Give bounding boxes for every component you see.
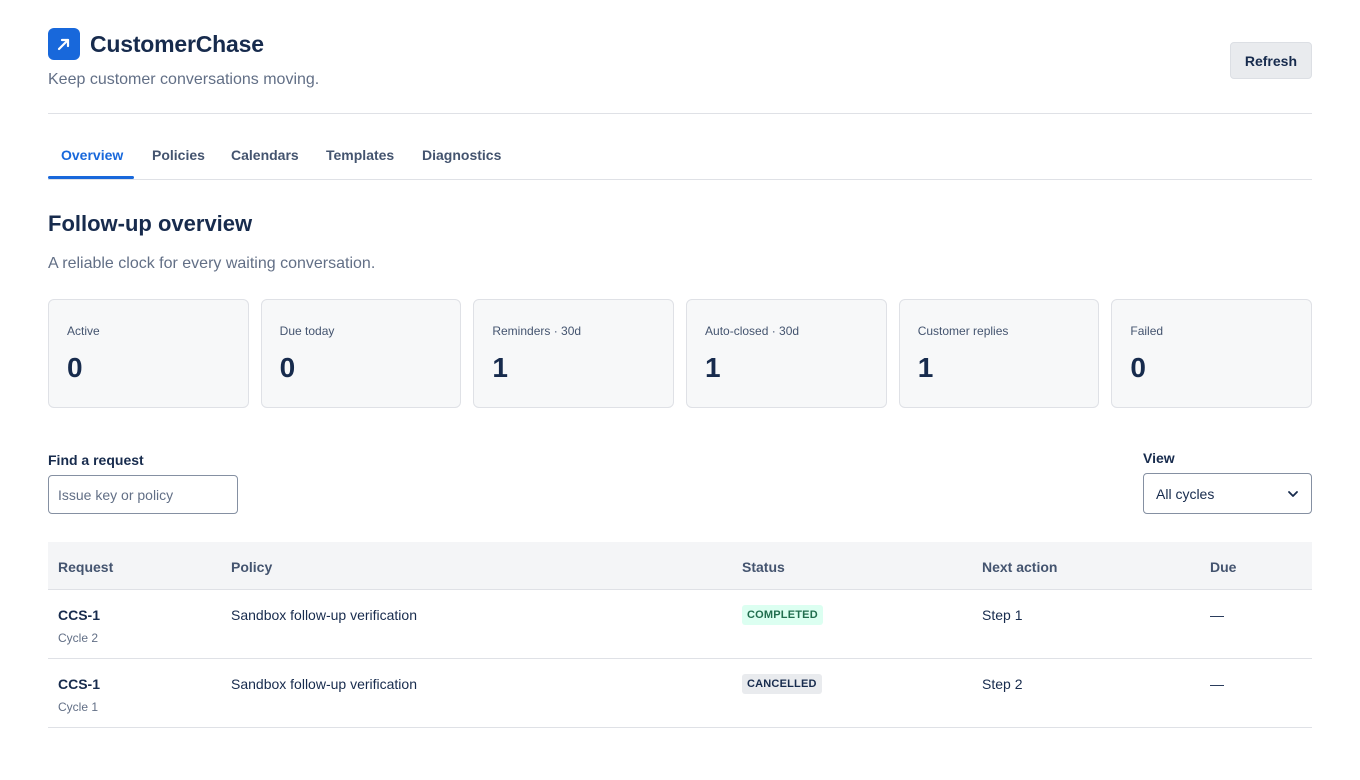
tab-calendars[interactable]: Calendars xyxy=(231,147,299,163)
column-header-due: Due xyxy=(1210,559,1237,575)
table-header: Request Policy Status Next action Due xyxy=(48,542,1312,590)
chevron-down-icon xyxy=(1288,490,1298,497)
next-action: Step 1 xyxy=(982,607,1023,623)
find-request-label: Find a request xyxy=(48,452,144,468)
stat-card-customer-replies: Customer replies 1 xyxy=(898,299,1100,408)
stat-card-active: Active 0 xyxy=(48,299,249,408)
stat-label: Auto-closed · 30d xyxy=(705,324,800,338)
view-select[interactable]: All cycles xyxy=(1143,473,1312,514)
stat-card-due-today: Due today 0 xyxy=(260,299,462,408)
request-key[interactable]: CCS-1 xyxy=(58,607,100,623)
tab-templates[interactable]: Templates xyxy=(326,147,394,163)
stat-value: 1 xyxy=(492,352,508,383)
due-value: — xyxy=(1210,676,1224,692)
column-header-next-action: Next action xyxy=(982,559,1058,575)
column-header-status: Status xyxy=(742,559,785,575)
find-request-input[interactable] xyxy=(48,475,238,514)
tab-diagnostics[interactable]: Diagnostics xyxy=(422,147,501,163)
column-header-request: Request xyxy=(58,559,114,575)
stat-value: 1 xyxy=(705,352,721,383)
request-cycle: Cycle 1 xyxy=(58,700,99,714)
stats-row: Active 0 Due today 0 Reminders · 30d 1 A… xyxy=(48,299,1313,408)
app-title: CustomerChase xyxy=(90,30,264,57)
tab-overview[interactable]: Overview xyxy=(61,147,123,163)
app-tagline: Keep customer conversations moving. xyxy=(48,71,320,88)
stat-label: Customer replies xyxy=(917,324,1009,338)
stat-card-reminders: Reminders · 30d 1 xyxy=(473,299,675,408)
refresh-button[interactable]: Refresh xyxy=(1229,42,1312,79)
request-cycle: Cycle 2 xyxy=(58,631,99,645)
tab-bar: Overview Policies Calendars Templates Di… xyxy=(48,114,1312,180)
table-row[interactable]: CCS-1 Cycle 1 Sandbox follow-up verifica… xyxy=(48,659,1312,728)
stat-value: 1 xyxy=(917,352,934,383)
column-header-policy: Policy xyxy=(231,559,273,575)
active-tab-indicator xyxy=(48,176,134,179)
stat-label: Active xyxy=(67,324,100,338)
status-cell: CANCELLED xyxy=(742,674,822,694)
section-title: Follow-up overview xyxy=(48,211,253,236)
app-logo-icon xyxy=(48,28,80,60)
requests-table: Request Policy Status Next action Due CC… xyxy=(48,542,1312,728)
brand: CustomerChase xyxy=(48,28,264,60)
status-cell: COMPLETED xyxy=(742,605,823,625)
stat-label: Due today xyxy=(279,324,335,338)
policy-name: Sandbox follow-up verification xyxy=(231,607,417,623)
stat-label: Failed xyxy=(1130,324,1164,338)
section-subtitle: A reliable clock for every waiting conve… xyxy=(48,255,376,272)
stat-value: 0 xyxy=(279,352,296,383)
next-action: Step 2 xyxy=(982,676,1023,692)
view-label: View xyxy=(1143,450,1175,466)
view-select-value: All cycles xyxy=(1156,485,1215,502)
app-header: CustomerChase Keep customer conversation… xyxy=(48,0,1312,114)
status-badge: COMPLETED xyxy=(742,605,823,625)
stat-card-failed: Failed 0 xyxy=(1111,299,1313,408)
stat-value: 0 xyxy=(1130,352,1146,383)
status-badge: CANCELLED xyxy=(742,674,822,694)
table-row[interactable]: CCS-1 Cycle 2 Sandbox follow-up verifica… xyxy=(48,590,1312,659)
due-value: — xyxy=(1210,607,1224,623)
stat-label: Reminders · 30d xyxy=(492,324,582,338)
tab-policies[interactable]: Policies xyxy=(152,147,205,163)
request-key[interactable]: CCS-1 xyxy=(58,676,100,692)
stat-card-auto-closed: Auto-closed · 30d 1 xyxy=(686,299,887,408)
stat-value: 0 xyxy=(67,352,83,383)
policy-name: Sandbox follow-up verification xyxy=(231,676,417,692)
